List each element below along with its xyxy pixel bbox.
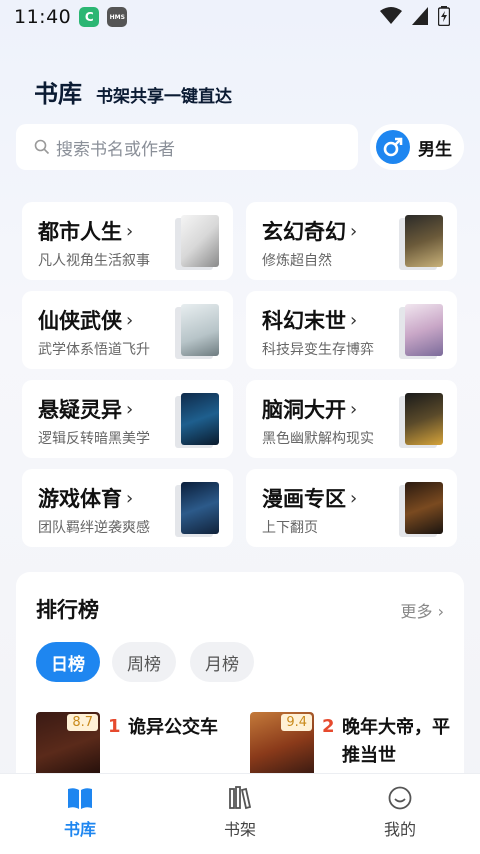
nav-label: 书架 (223, 820, 256, 839)
category-desc: 凡人视角生活叙事 (38, 253, 150, 269)
category-name: 脑洞大开 › (262, 398, 358, 422)
nav-item-library[interactable]: 书库 (30, 786, 130, 840)
gender-toggle-button[interactable]: 男生 (370, 124, 464, 170)
open-book-icon (68, 788, 92, 809)
category-card-game-sports[interactable]: 游戏体育 › 团队羁绊逆袭爽感 (22, 469, 233, 547)
status-right-icons (380, 6, 450, 26)
chevron-right-icon: › (126, 398, 134, 420)
book-title: 晚年大帝，平推当世 (342, 717, 450, 766)
category-card-comics[interactable]: 漫画专区 › 上下翻页 (246, 469, 457, 547)
category-card-scifi[interactable]: 科幻末世 › 科技异变生存博弈 (246, 291, 457, 369)
category-name: 悬疑灵异 › (38, 398, 134, 422)
category-name: 仙侠武侠 › (38, 309, 134, 333)
tab-monthly[interactable]: 月榜 (190, 642, 254, 682)
page-header: 书库 书架共享一键直达 (34, 74, 232, 109)
book-score-badge: 8.7 (67, 714, 98, 731)
category-desc: 修炼超自然 (262, 253, 332, 269)
chevron-right-icon: › (350, 309, 358, 331)
category-desc: 上下翻页 (262, 520, 318, 536)
bookshelf-icon (229, 786, 252, 810)
book-title: 诡异公交车 (128, 717, 218, 738)
tab-weekly[interactable]: 周榜 (112, 642, 176, 682)
hms-notification-icon: HMS (107, 7, 128, 27)
nav-item-profile[interactable]: 我的 (350, 786, 450, 840)
chevron-right-icon: › (126, 309, 134, 331)
wifi-icon (380, 7, 402, 24)
app-notification-icon: C (79, 7, 100, 27)
category-desc: 黑色幽默解构现实 (262, 431, 374, 447)
category-card-brainhole[interactable]: 脑洞大开 › 黑色幽默解构现实 (246, 380, 457, 458)
category-card-urban[interactable]: 都市人生 › 凡人视角生活叙事 (22, 202, 233, 280)
category-card-xianxia[interactable]: 仙侠武侠 › 武学体系悟道飞升 (22, 291, 233, 369)
category-desc: 科技异变生存博弈 (262, 342, 374, 358)
ranking-more-link[interactable]: 更多 › (400, 598, 444, 622)
category-desc: 武学体系悟道飞升 (38, 342, 150, 358)
category-desc: 逻辑反转暗黑美学 (38, 431, 150, 447)
book-cover-thumbnail (181, 215, 219, 267)
status-time: 11:40 (14, 6, 72, 28)
tab-daily[interactable]: 日榜 (36, 642, 100, 682)
signal-icon (412, 7, 428, 25)
chevron-right-icon: › (437, 602, 444, 621)
category-name: 游戏体育 › (38, 487, 134, 511)
search-icon (34, 139, 50, 155)
category-desc: 团队羁绊逆袭爽感 (38, 520, 150, 536)
bottom-nav: 书库 书架 我的 (0, 774, 480, 854)
category-card-fantasy[interactable]: 玄幻奇幻 › 修炼超自然 (246, 202, 457, 280)
book-score-badge: 9.4 (281, 714, 312, 731)
chevron-right-icon: › (350, 487, 358, 509)
book-cover-thumbnail (181, 393, 219, 445)
category-name: 玄幻奇幻 › (262, 220, 358, 244)
battery-icon (438, 6, 450, 26)
smile-face-icon (388, 786, 412, 810)
status-bar: 11:40 C HMS (0, 0, 480, 34)
book-cover: 9.4 (250, 712, 314, 782)
book-cover-thumbnail (405, 393, 443, 445)
book-cover-thumbnail (181, 304, 219, 356)
nav-label: 书库 (63, 820, 96, 839)
search-input[interactable]: 搜索书名或作者 (16, 124, 358, 170)
category-name: 都市人生 › (38, 220, 134, 244)
male-icon (376, 130, 410, 164)
book-rank-number: 2 (322, 716, 335, 737)
book-cover: 8.7 (36, 712, 100, 782)
book-rank-number: 1 (108, 716, 121, 737)
search-placeholder: 搜索书名或作者 (56, 139, 175, 160)
page-title: 书库 (34, 80, 82, 108)
gender-label: 男生 (418, 139, 452, 160)
chevron-right-icon: › (126, 220, 134, 242)
book-cover-thumbnail (405, 215, 443, 267)
book-cover-thumbnail (405, 482, 443, 534)
book-cover-thumbnail (405, 304, 443, 356)
category-card-suspense[interactable]: 悬疑灵异 › 逻辑反转暗黑美学 (22, 380, 233, 458)
ranking-title: 排行榜 (36, 598, 99, 622)
nav-label: 我的 (383, 820, 416, 839)
chevron-right-icon: › (126, 487, 134, 509)
page-subtitle: 书架共享一键直达 (96, 87, 232, 107)
category-name: 科幻末世 › (262, 309, 358, 333)
book-cover-thumbnail (181, 482, 219, 534)
nav-item-bookshelf[interactable]: 书架 (190, 786, 290, 840)
chevron-right-icon: › (350, 398, 358, 420)
chevron-right-icon: › (350, 220, 358, 242)
category-name: 漫画专区 › (262, 487, 358, 511)
